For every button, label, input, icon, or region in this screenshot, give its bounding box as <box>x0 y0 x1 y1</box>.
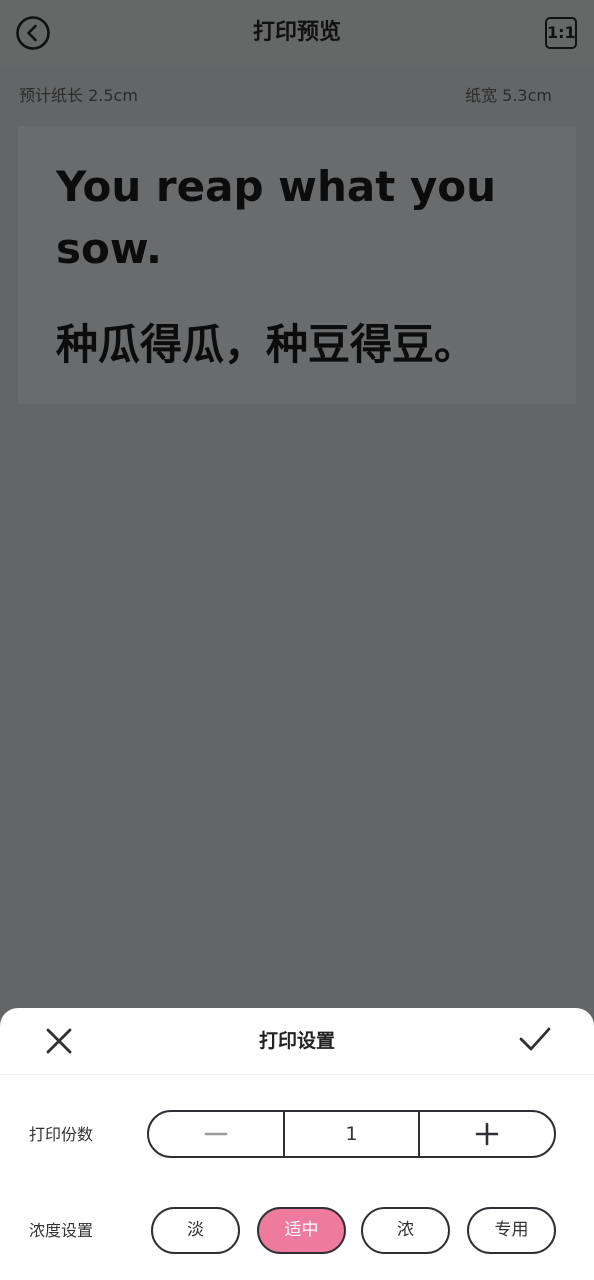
sheet-title: 打印设置 <box>258 1030 335 1052</box>
density-medium-button[interactable]: 适中 <box>257 1207 346 1254</box>
confirm-button[interactable] <box>518 1024 552 1054</box>
copies-stepper: 1 <box>147 1110 556 1158</box>
density-light-button[interactable]: 淡 <box>151 1207 240 1254</box>
top-bar: 打印预览 1:1 <box>0 0 594 66</box>
preview-english-text: You reap what you sow. <box>56 162 497 273</box>
sheet-header: 打印设置 <box>0 1008 594 1075</box>
print-settings-sheet: 打印设置 打印份数 1 浓度设置 淡 适中 浓 专用 <box>0 1008 594 1280</box>
paper-length: 预计纸长 2.5cm <box>19 86 138 105</box>
density-special-button[interactable]: 专用 <box>467 1207 556 1254</box>
preview-chinese-text: 种瓜得瓜，种豆得豆。 <box>56 320 477 369</box>
paper-info: 预计纸长 2.5cm 纸宽 5.3cm <box>0 84 594 108</box>
plus-icon <box>475 1122 499 1146</box>
density-dark-button[interactable]: 浓 <box>361 1207 450 1254</box>
check-icon <box>519 1027 551 1051</box>
decrease-copies-button[interactable] <box>149 1112 283 1156</box>
copies-label: 打印份数 <box>29 1125 94 1144</box>
actual-size-button[interactable]: 1:1 <box>545 17 577 49</box>
increase-copies-button[interactable] <box>420 1112 554 1156</box>
page-title: 打印预览 <box>252 20 341 45</box>
copies-value: 1 <box>282 1112 421 1156</box>
density-label: 浓度设置 <box>29 1221 94 1240</box>
paper-width: 纸宽 5.3cm <box>465 86 552 105</box>
minus-icon <box>204 1132 228 1136</box>
print-preview-card: You reap what you sow. 种瓜得瓜，种豆得豆。 <box>18 126 576 404</box>
